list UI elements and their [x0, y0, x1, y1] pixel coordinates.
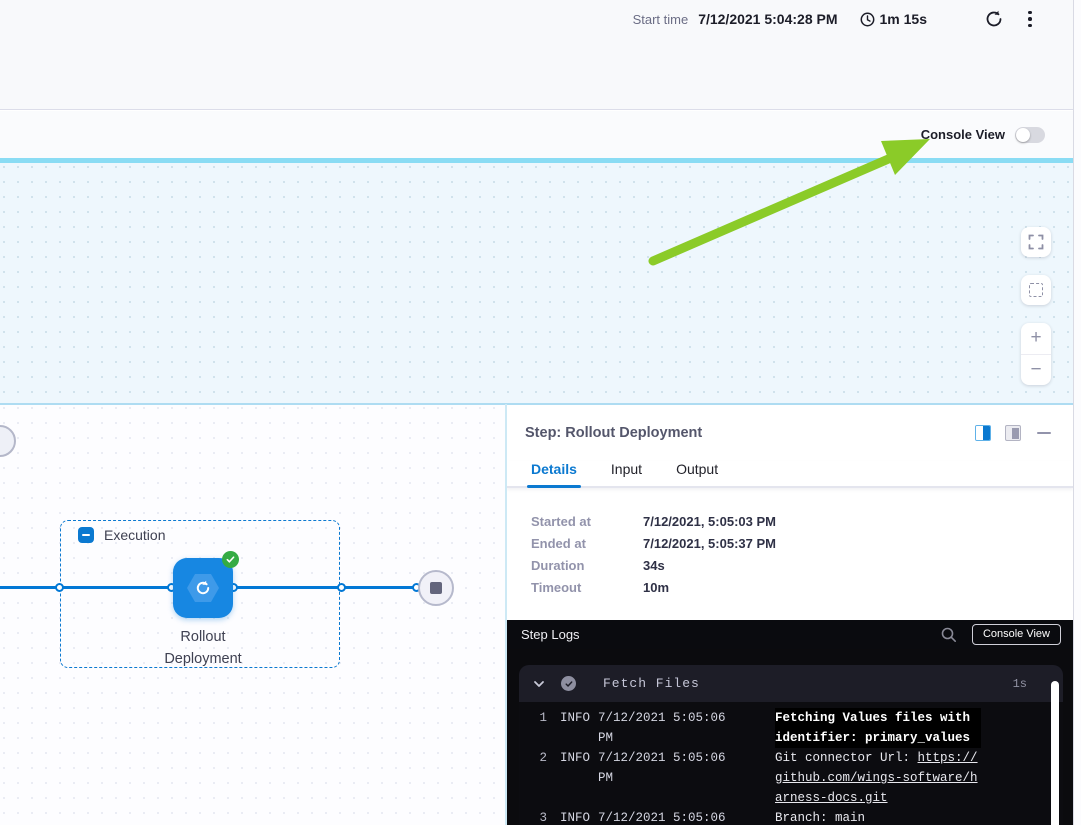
rollout-deployment-node[interactable]: [173, 558, 233, 618]
toggle-knob: [1016, 128, 1030, 142]
log-timestamp: 7/12/2021 5:05:06 PM: [598, 808, 733, 825]
log-timestamp: 7/12/2021 5:05:06 PM: [598, 708, 733, 748]
connector-port: [337, 583, 346, 592]
stage-tab-indicator: [0, 158, 1073, 163]
detail-row-ended-at: Ended at 7/12/2021, 5:05:37 PM: [531, 536, 1073, 551]
panel-left-border: [505, 404, 507, 825]
log-group-name: Fetch Files: [603, 676, 1013, 691]
log-line-number: 2: [529, 748, 547, 808]
fullscreen-icon: [1028, 234, 1044, 250]
stop-icon: [430, 582, 442, 594]
detail-row-timeout: Timeout 10m: [531, 580, 1073, 595]
console-view-button[interactable]: Console View: [972, 624, 1061, 645]
log-timestamp: 7/12/2021 5:05:06 PM: [598, 748, 733, 808]
execution-header-bar: Start time 7/12/2021 5:04:28 PM 1m 15s: [0, 0, 1073, 110]
clock-icon: [860, 12, 875, 27]
node-label: Rollout Deployment: [113, 626, 293, 670]
detail-label: Started at: [531, 514, 643, 529]
fit-to-screen-icon: [1029, 283, 1043, 297]
detail-label: Timeout: [531, 580, 643, 595]
connector-port: [55, 583, 64, 592]
canvas-panel-divider: [0, 403, 1073, 405]
log-entry: 2 INFO 7/12/2021 5:05:06 PM Git connecto…: [529, 748, 1063, 808]
logs-scrollbar[interactable]: [1051, 681, 1059, 825]
pipeline-canvas-lower[interactable]: Execution Rollout Deployment: [0, 404, 505, 825]
console-view-toggle[interactable]: [1015, 127, 1045, 143]
panel-tabs: Details Input Output: [507, 461, 1073, 488]
detail-value: 34s: [643, 558, 665, 573]
start-time-value: 7/12/2021 5:04:28 PM: [698, 11, 837, 27]
panel-header: Step: Rollout Deployment: [507, 405, 1073, 441]
more-options-button[interactable]: [1021, 8, 1039, 30]
zoom-in-button[interactable]: +: [1021, 323, 1051, 355]
log-entry: 1 INFO 7/12/2021 5:05:06 PM Fetching Val…: [529, 708, 1063, 748]
zoom-pill: + −: [1021, 323, 1051, 385]
execution-meta-row: Start time 7/12/2021 5:04:28 PM 1m 15s: [633, 8, 1039, 30]
step-hexagon: [187, 574, 219, 602]
pipeline-canvas-upper[interactable]: [0, 163, 1073, 403]
log-line-number: 1: [529, 708, 547, 748]
execution-group-header: Execution: [78, 527, 165, 543]
refresh-icon: [984, 9, 1004, 29]
group-success-icon: [561, 676, 576, 691]
view-toolbar: Console View: [0, 111, 1073, 158]
search-icon[interactable]: [940, 626, 958, 644]
detail-row-started-at: Started at 7/12/2021, 5:05:03 PM: [531, 514, 1073, 529]
step-logs-section: Step Logs Console View Fetch Files 1s: [507, 620, 1073, 825]
log-group-fetch-files[interactable]: Fetch Files 1s: [519, 665, 1063, 702]
detail-value: 10m: [643, 580, 669, 595]
log-message: Branch: main: [775, 808, 981, 825]
panel-title: Step: Rollout Deployment: [525, 425, 975, 441]
chevron-down-icon: [533, 678, 545, 690]
log-message: Fetching Values files with identifier: p…: [775, 708, 981, 748]
step-details-list: Started at 7/12/2021, 5:05:03 PM Ended a…: [507, 488, 1073, 595]
tab-input[interactable]: Input: [611, 461, 642, 486]
log-level: INFO: [560, 748, 581, 808]
step-logs-header: Step Logs Console View: [507, 620, 1073, 649]
step-logs-title: Step Logs: [521, 627, 940, 642]
elapsed-value: 1m 15s: [880, 11, 927, 27]
minimize-panel-button[interactable]: [1037, 425, 1051, 441]
full-view-icon[interactable]: [1005, 425, 1021, 441]
detail-row-duration: Duration 34s: [531, 558, 1073, 573]
zoom-out-button[interactable]: −: [1021, 355, 1051, 386]
node-label-line1: Rollout: [113, 626, 293, 648]
log-message: Git connector Url: https://github.com/wi…: [775, 748, 981, 808]
right-edge-strip: [1073, 0, 1081, 825]
fullscreen-button[interactable]: [1021, 227, 1051, 257]
log-level: INFO: [560, 708, 581, 748]
log-level: INFO: [560, 808, 581, 825]
success-badge: [222, 551, 239, 568]
log-message-prefix: Git connector Url:: [775, 751, 918, 765]
split-view-icon[interactable]: [975, 425, 991, 441]
logs-body: Fetch Files 1s 1 INFO 7/12/2021 5:05:06 …: [507, 649, 1073, 825]
log-lines: 1 INFO 7/12/2021 5:05:06 PM Fetching Val…: [519, 702, 1063, 825]
detail-label: Ended at: [531, 536, 643, 551]
detail-label: Duration: [531, 558, 643, 573]
pipeline-end-node[interactable]: [418, 570, 454, 606]
console-view-label: Console View: [921, 127, 1005, 142]
tab-output[interactable]: Output: [676, 461, 718, 486]
elapsed-duration: 1m 15s: [860, 11, 927, 27]
collapse-group-button[interactable]: [78, 527, 94, 543]
log-group-duration: 1s: [1013, 677, 1027, 691]
tab-details[interactable]: Details: [531, 461, 577, 486]
node-label-line2: Deployment: [113, 648, 293, 670]
start-time-label: Start time: [633, 12, 689, 27]
fit-to-screen-button[interactable]: [1021, 275, 1051, 305]
canvas-zoom-controls: + −: [1021, 227, 1051, 385]
console-view-control: Console View: [921, 111, 1045, 158]
log-line-number: 3: [529, 808, 547, 825]
detail-value: 7/12/2021, 5:05:03 PM: [643, 514, 776, 529]
pipeline-execution-screen: Start time 7/12/2021 5:04:28 PM 1m 15s C…: [0, 0, 1081, 825]
rollout-icon: [194, 579, 212, 597]
log-entry: 3 INFO 7/12/2021 5:05:06 PM Branch: main: [529, 808, 1063, 825]
check-icon: [226, 555, 235, 564]
detail-value: 7/12/2021, 5:05:37 PM: [643, 536, 776, 551]
step-details-panel: Step: Rollout Deployment Details Input O…: [507, 405, 1073, 825]
execution-group-label: Execution: [104, 527, 165, 543]
refresh-button[interactable]: [983, 8, 1005, 30]
